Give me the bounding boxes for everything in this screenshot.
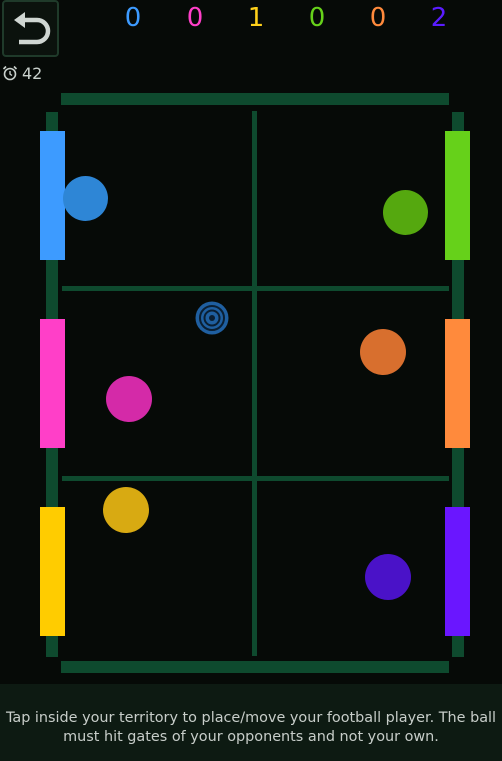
player-purple[interactable]	[365, 554, 411, 600]
gate-blue	[40, 131, 65, 260]
player-pink[interactable]	[106, 376, 152, 422]
top-wall	[61, 93, 449, 105]
territory-divider-top	[62, 286, 449, 291]
gate-green	[445, 131, 470, 260]
territory-divider-bottom	[62, 476, 449, 481]
gate-pink	[40, 319, 65, 448]
center-line	[252, 111, 257, 656]
instruction-text: Tap inside your territory to place/move …	[0, 684, 502, 761]
gate-purple	[445, 507, 470, 636]
football-ball	[195, 301, 229, 335]
bottom-wall	[61, 661, 449, 673]
player-green[interactable]	[383, 190, 428, 235]
football-field[interactable]	[0, 0, 502, 761]
player-blue[interactable]	[63, 176, 108, 221]
gate-yellow	[40, 507, 65, 636]
player-yellow[interactable]	[103, 487, 149, 533]
player-orange[interactable]	[360, 329, 406, 375]
gate-orange	[445, 319, 470, 448]
